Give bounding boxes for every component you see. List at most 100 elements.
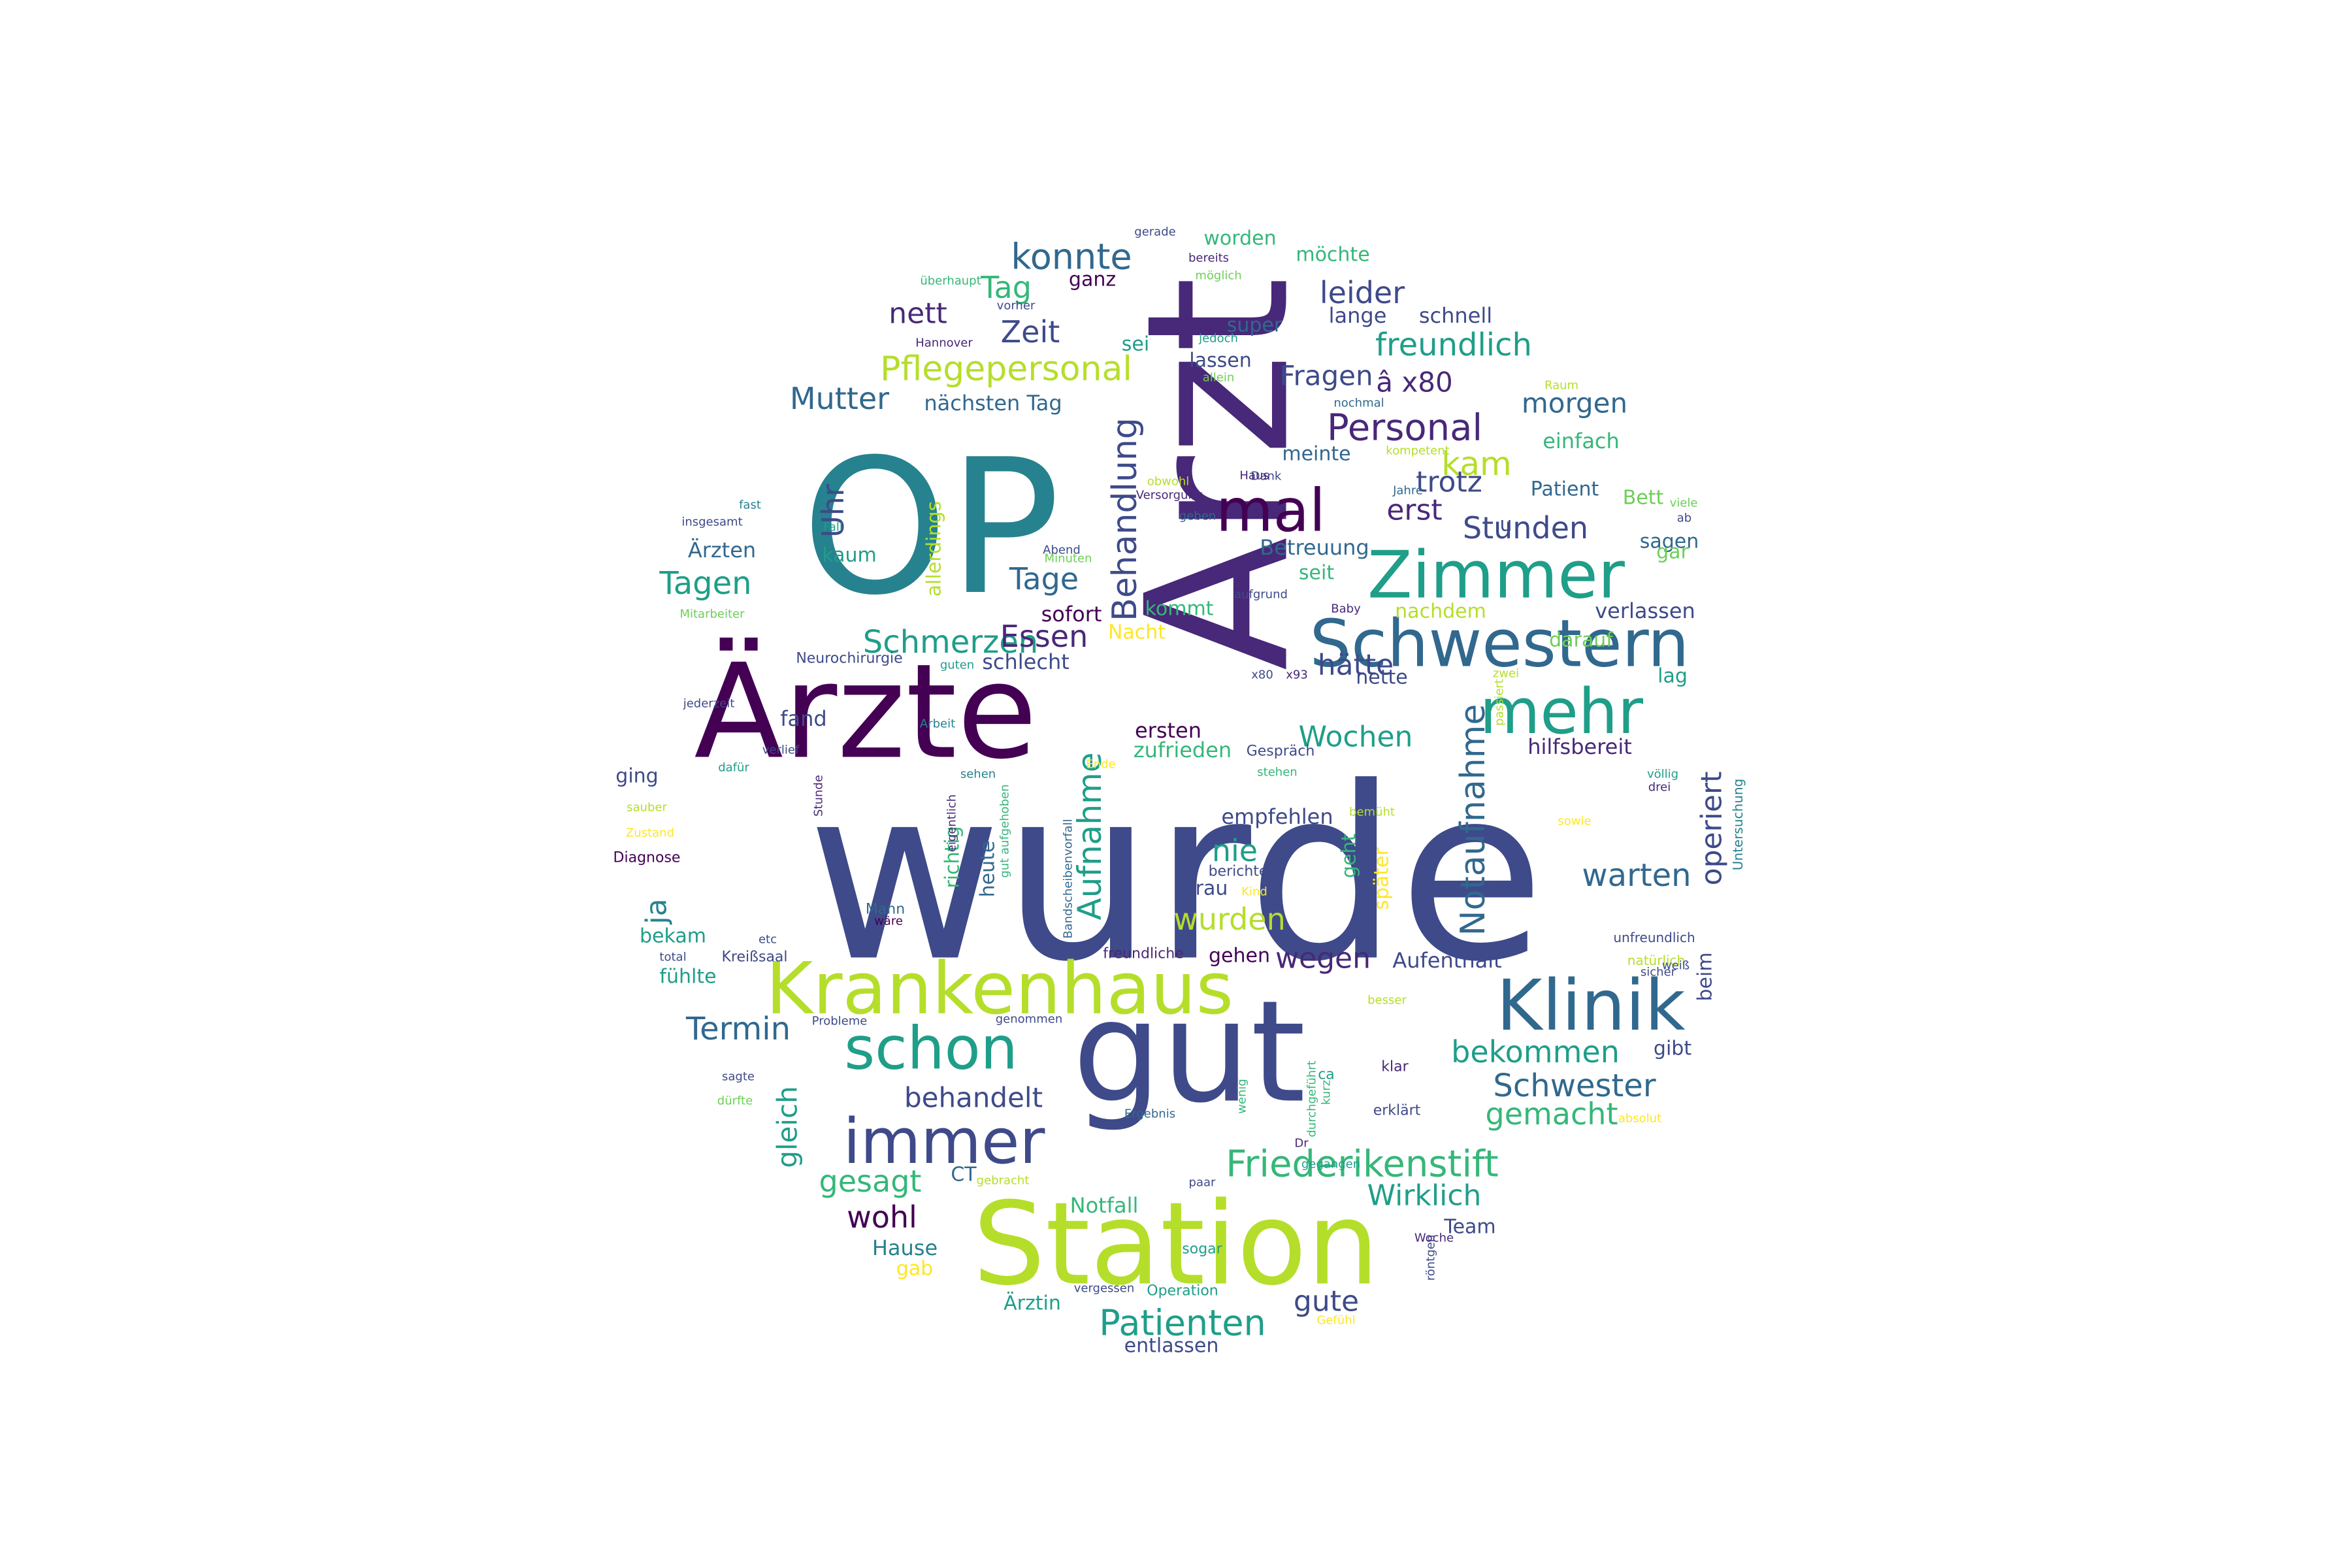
word-65: hilfsbereit <box>1527 734 1632 759</box>
word-103: entlassen <box>1124 1335 1219 1358</box>
word-48: Wochen <box>1299 721 1413 754</box>
word-96: ging <box>615 765 658 788</box>
word-146: Gefühl <box>1316 1314 1355 1328</box>
word-89: allerdings <box>923 501 946 596</box>
word-18: Pflegepersonal <box>880 350 1132 389</box>
word-104: gab <box>896 1258 933 1281</box>
word-119: Baby <box>1331 602 1361 616</box>
word-110: Bett <box>1623 487 1664 510</box>
word-127: BG <box>1262 895 1279 909</box>
word-195: weiß <box>1662 959 1690 973</box>
word-151: freundliche <box>1103 946 1184 962</box>
word-69: zufrieden <box>1134 738 1232 762</box>
word-140: gegangen <box>1301 1158 1360 1171</box>
word-97: gibt <box>1654 1037 1691 1060</box>
word-91: heute <box>977 841 1000 898</box>
word-98: darauf <box>1549 629 1614 652</box>
word-179: jedoch <box>1198 332 1238 346</box>
word-cloud: wurdeArztOPgutÄrzteStationKrankenhaus Kli… <box>613 225 1746 1358</box>
word-158: total <box>659 951 686 964</box>
word-159: etc <box>759 933 777 947</box>
word-175: Hannover <box>915 336 973 350</box>
word-123: stehen <box>1257 766 1297 779</box>
word-85: nachdem <box>1395 600 1486 623</box>
word-120: x80 <box>1251 668 1273 682</box>
word-88: kaum <box>822 544 876 567</box>
word-196: Ende <box>1086 758 1115 772</box>
word-86: seit <box>1299 562 1334 585</box>
word-188: ab <box>1677 512 1691 525</box>
word-31: Tage <box>1009 561 1079 596</box>
word-168: guten <box>940 659 974 672</box>
word-35: gemacht <box>1486 1096 1618 1132</box>
word-64: verlassen <box>1595 598 1695 623</box>
word-13: schon <box>844 1015 1018 1083</box>
word-28: bekommen <box>1451 1034 1620 1070</box>
word-84: sei <box>1122 333 1149 356</box>
word-144: Operation <box>1147 1283 1218 1299</box>
word-198: eigentlich <box>945 794 959 852</box>
word-200: Bandscheibenvorfall <box>1062 819 1075 938</box>
word-194: sowie <box>1558 815 1591 828</box>
word-92: Frau <box>1186 877 1228 900</box>
word-115: Jahre <box>1392 484 1423 498</box>
word-100: nette <box>1356 666 1407 689</box>
word-55: Fragen <box>1279 360 1373 392</box>
word-124: bemüht <box>1349 806 1395 819</box>
word-77: meinte <box>1282 443 1350 466</box>
word-177: bereits <box>1188 252 1229 265</box>
word-157: dürfte <box>717 1094 753 1108</box>
word-133: erklärt <box>1373 1103 1421 1119</box>
word-82: lassen <box>1189 350 1251 372</box>
word-143: Woche <box>1414 1232 1454 1245</box>
word-41: Mutter <box>790 381 889 416</box>
word-181: Raum <box>1544 379 1578 393</box>
word-74: schnell <box>1419 303 1492 328</box>
word-170: Fall <box>823 521 843 534</box>
word-39: operiert <box>1695 772 1729 886</box>
word-70: Ärzten <box>688 538 756 563</box>
word-93: gehen <box>1209 945 1270 968</box>
word-46: behandelt <box>904 1082 1043 1114</box>
word-156: sagte <box>722 1070 755 1084</box>
word-136: ca <box>1318 1067 1335 1083</box>
word-180: allein <box>1203 371 1235 385</box>
word-189: zwei <box>1493 667 1519 681</box>
word-148: gebracht <box>977 1174 1030 1188</box>
word-63: Hause <box>872 1235 938 1260</box>
word-109: Nacht <box>1108 621 1166 644</box>
word-182: nochmal <box>1333 397 1384 410</box>
word-50: erst <box>1386 494 1442 527</box>
word-176: gerade <box>1134 225 1175 239</box>
word-171: insgesamt <box>681 515 742 529</box>
word-169: Mitarbeiter <box>679 608 745 621</box>
word-141: paar <box>1189 1176 1216 1190</box>
word-201: gut aufgehoben <box>998 784 1012 877</box>
word-184: obwohl <box>1147 475 1190 489</box>
word-132: klar <box>1381 1059 1409 1075</box>
word-135: kurz <box>1320 1080 1333 1105</box>
word-19: Notaufnahme <box>1454 704 1493 936</box>
word-125: berichten <box>1209 864 1277 880</box>
word-131: besser <box>1367 994 1407 1007</box>
word-94: bekam <box>640 925 706 948</box>
word-29: Tagen <box>659 565 751 602</box>
word-99: lag <box>1658 665 1688 688</box>
word-139: Dr <box>1294 1137 1309 1151</box>
word-118: aufgrund <box>1234 588 1288 602</box>
word-30: Termin <box>685 1011 791 1047</box>
word-153: wäre <box>874 915 903 928</box>
word-178: möglich <box>1195 269 1241 283</box>
word-186: geben <box>1179 510 1216 523</box>
word-166: jederzeit <box>683 697 735 711</box>
word-34: warten <box>1582 857 1691 894</box>
word-83: ganz <box>1069 269 1116 291</box>
word-67: sofort <box>1041 602 1102 627</box>
word-27: Stunden <box>1463 510 1588 546</box>
word-145: vergessen <box>1074 1282 1135 1296</box>
word-187: viele <box>1670 497 1698 510</box>
word-149: Ergebnis <box>1124 1107 1175 1121</box>
word-112: u <box>1499 514 1512 536</box>
word-68: schlecht <box>982 649 1070 674</box>
word-79: worden <box>1203 227 1276 250</box>
